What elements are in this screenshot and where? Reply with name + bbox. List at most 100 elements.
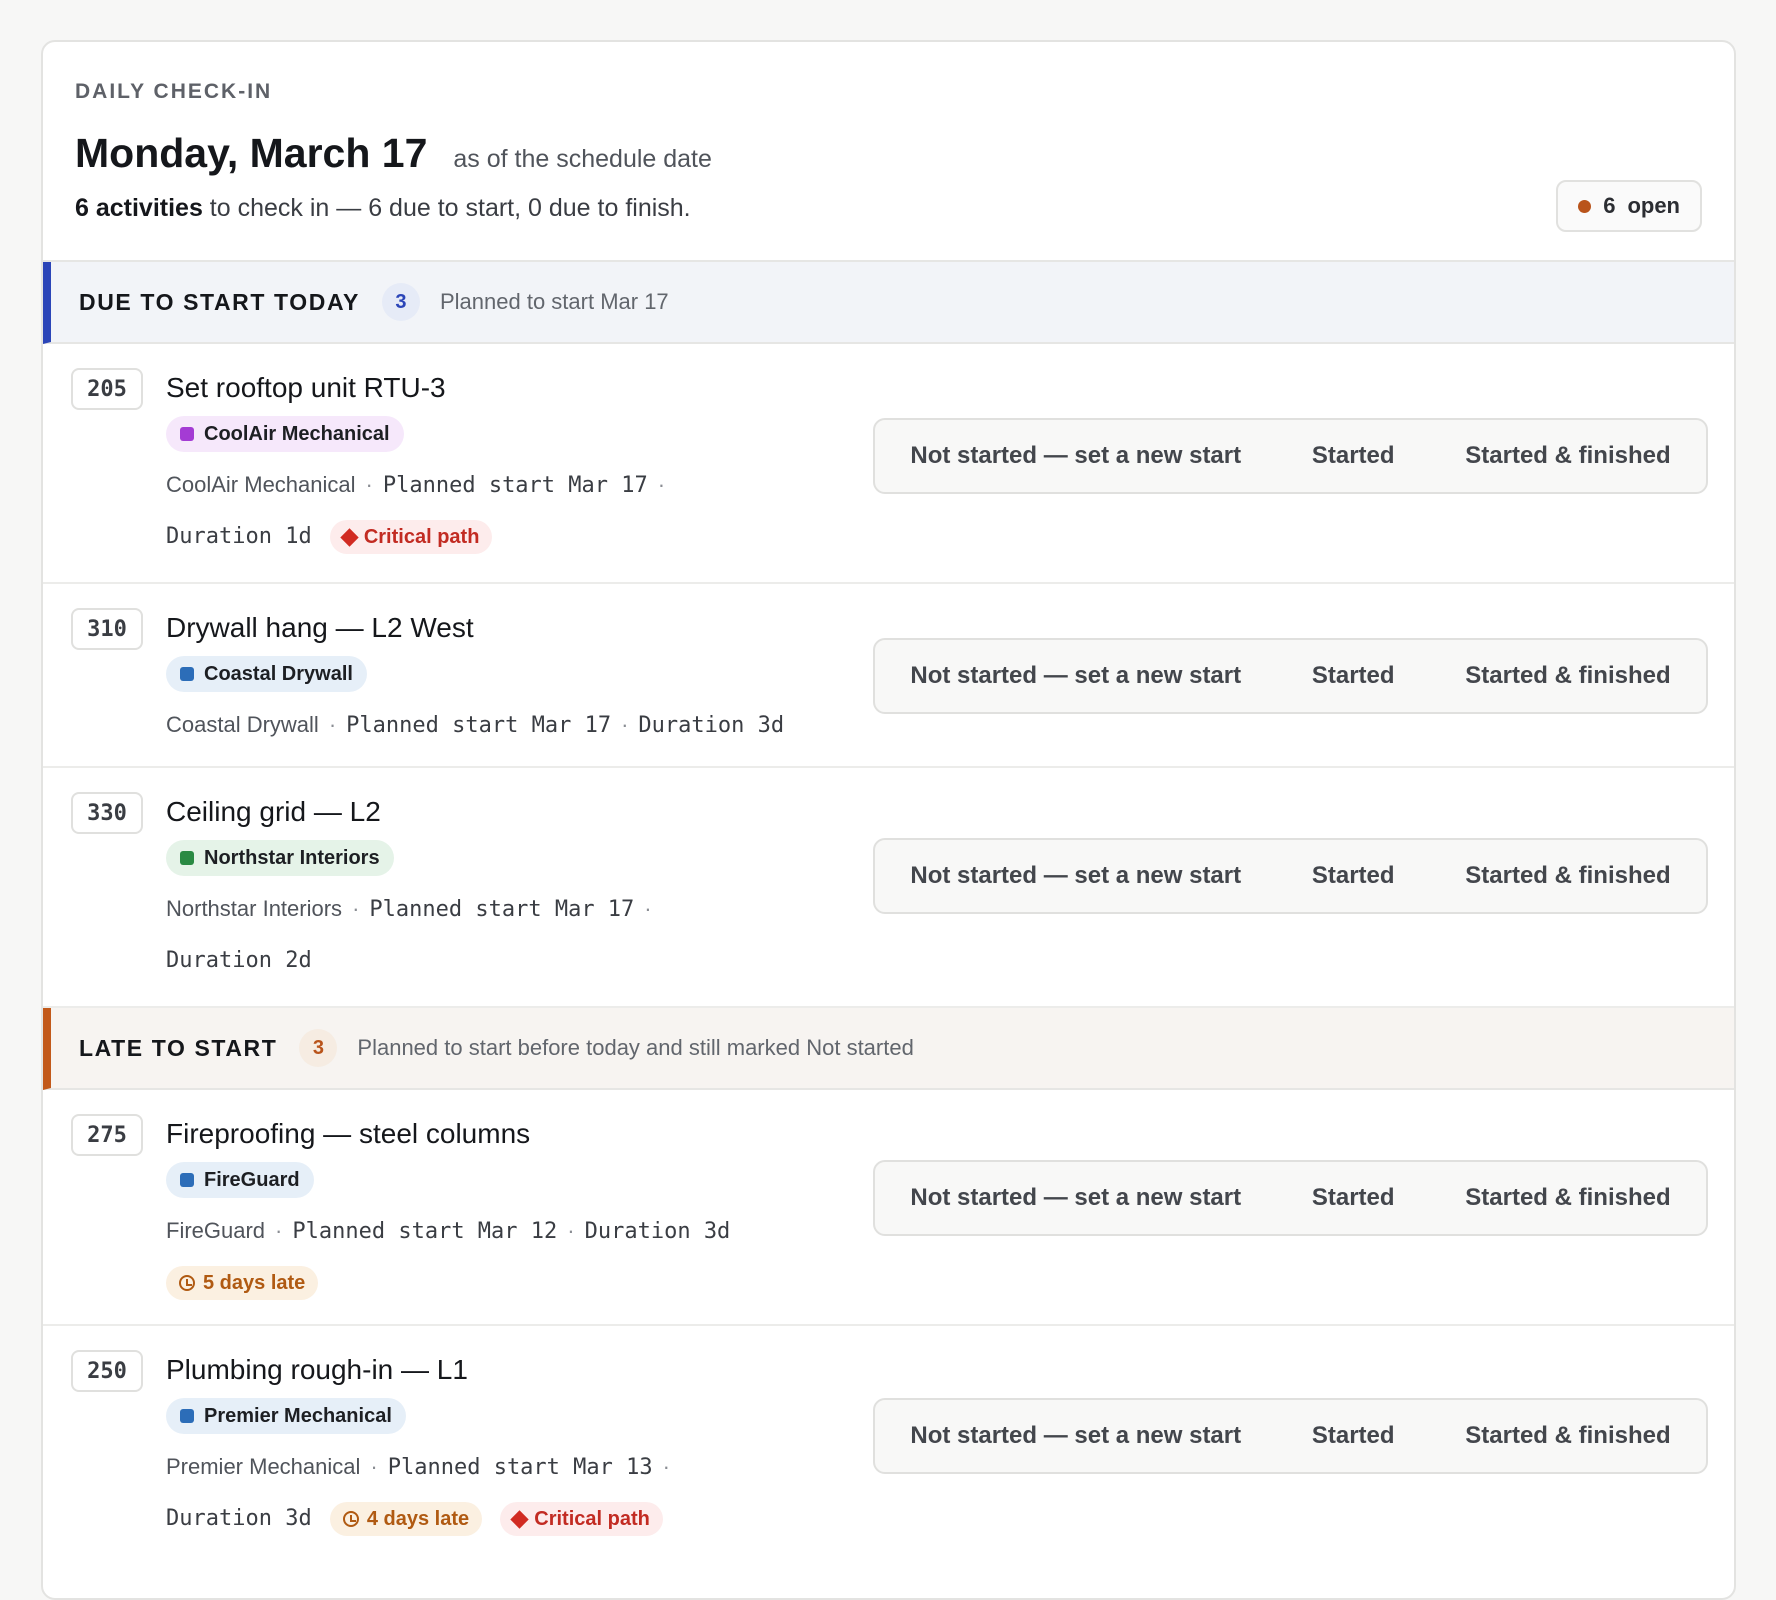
section-header-late-to-start: LATE TO START 3 Planned to start before … <box>43 1008 1734 1090</box>
activity-row: 275 Fireproofing — steel columns FireGua… <box>43 1090 1734 1326</box>
firm-chip-label: Northstar Interiors <box>204 846 380 869</box>
started-finished-button[interactable]: Started & finished <box>1453 1414 1682 1458</box>
started-finished-button[interactable]: Started & finished <box>1453 854 1682 898</box>
meta-separator: · <box>567 1218 575 1243</box>
started-finished-button[interactable]: Started & finished <box>1453 1176 1682 1220</box>
activity-details: Ceiling grid — L2 Northstar Interiors No… <box>166 792 776 986</box>
activity-meta: FireGuard · Planned start Mar 12 · Duration … <box>166 1206 776 1307</box>
meta-separator: · <box>370 1454 378 1479</box>
days-late-badge: 4 days late <box>329 1502 483 1537</box>
firm-chip: FireGuard <box>166 1162 314 1198</box>
days-late-label: 5 days late <box>203 1272 306 1295</box>
meta-separator: · <box>621 712 629 737</box>
daily-checkin-card: DAILY CHECK-IN Monday, March 17 as of th… <box>41 40 1736 1600</box>
open-label: open <box>1627 193 1680 218</box>
started-button[interactable]: Started <box>1300 1414 1407 1458</box>
not-started-button[interactable]: Not started — set a new start <box>898 1176 1253 1220</box>
critical-path-badge: Critical path <box>500 1502 663 1537</box>
activity-details: Set rooftop unit RTU-3 CoolAir Mechanica… <box>166 368 776 562</box>
started-button[interactable]: Started <box>1300 654 1407 698</box>
activity-details: Drywall hang — L2 West Coastal Drywall C… <box>166 608 886 751</box>
activity-id: 310 <box>71 608 143 650</box>
started-button[interactable]: Started <box>1300 1176 1407 1220</box>
firm-name: FireGuard <box>166 1218 266 1243</box>
activity-title: Set rooftop unit RTU-3 <box>166 372 446 403</box>
meta-separator: · <box>662 1454 670 1479</box>
status-segmented-control: Not started — set a new start Started St… <box>873 1160 1708 1236</box>
firm-color-icon <box>180 1173 194 1187</box>
started-button[interactable]: Started <box>1300 854 1407 898</box>
open-count-badge: 6 open <box>1556 180 1702 232</box>
checkin-header: DAILY CHECK-IN Monday, March 17 as of th… <box>43 42 1734 262</box>
activity-id: 250 <box>71 1350 143 1392</box>
firm-name: Northstar Interiors <box>166 896 343 921</box>
status-dot-icon <box>1578 199 1592 213</box>
section-description: Planned to start Mar 17 <box>439 289 669 314</box>
started-finished-button[interactable]: Started & finished <box>1453 654 1682 698</box>
planned-start: Planned start Mar 17 <box>346 713 612 738</box>
summary-detail: to check in — 6 due to start, 0 due to f… <box>202 194 691 222</box>
section-description: Planned to start before today and still … <box>357 1035 914 1060</box>
duration: Duration 2d <box>166 948 312 973</box>
planned-start: Planned start Mar 13 <box>387 1455 653 1480</box>
firm-color-icon <box>180 1409 194 1423</box>
page-title: Monday, March 17 <box>75 130 428 176</box>
date-note: as of the schedule date <box>453 145 712 173</box>
activity-id: 275 <box>71 1114 143 1156</box>
meta-separator: · <box>657 472 666 497</box>
firm-name: Premier Mechanical <box>166 1454 361 1479</box>
critical-path-badge: Critical path <box>329 520 493 555</box>
section-count-badge: 3 <box>381 283 420 321</box>
firm-color-icon <box>180 427 194 441</box>
started-button[interactable]: Started <box>1300 434 1407 478</box>
duration: Duration 3d <box>166 1506 312 1531</box>
activity-row: 330 Ceiling grid — L2 Northstar Interior… <box>43 768 1734 1008</box>
firm-chip-label: FireGuard <box>204 1168 300 1191</box>
diamond-icon <box>340 527 359 547</box>
activity-details: Plumbing rough-in — L1 Premier Mechanica… <box>166 1350 776 1544</box>
critical-path-label: Critical path <box>534 1508 650 1531</box>
activity-title: Plumbing rough-in — L1 <box>166 1354 468 1385</box>
not-started-button[interactable]: Not started — set a new start <box>898 1414 1253 1458</box>
open-count: 6 <box>1603 193 1616 218</box>
planned-start: Planned start Mar 17 <box>369 897 635 922</box>
not-started-button[interactable]: Not started — set a new start <box>898 434 1253 478</box>
critical-path-label: Critical path <box>363 526 480 549</box>
section-header-due-today: DUE TO START TODAY 3 Planned to start Ma… <box>43 262 1734 344</box>
started-finished-button[interactable]: Started & finished <box>1453 434 1682 478</box>
status-segmented-control: Not started — set a new start Started St… <box>873 1398 1708 1474</box>
clock-icon <box>342 1511 359 1528</box>
diamond-icon <box>510 1509 529 1529</box>
firm-color-icon <box>180 851 194 865</box>
planned-start: Planned start Mar 17 <box>382 473 648 498</box>
meta-separator: · <box>275 1218 283 1243</box>
activity-meta: Northstar Interiors · Planned start Mar 17… <box>166 884 776 986</box>
firm-name: CoolAir Mechanical <box>166 472 356 497</box>
activity-id: 205 <box>71 368 143 410</box>
meta-separator: · <box>644 896 652 921</box>
activity-meta: Coastal Drywall · Planned start Mar 17 · Dur… <box>166 700 886 751</box>
activity-row: 310 Drywall hang — L2 West Coastal Drywa… <box>43 584 1734 768</box>
status-segmented-control: Not started — set a new start Started St… <box>873 838 1708 914</box>
firm-chip: Northstar Interiors <box>166 840 394 876</box>
meta-separator: · <box>328 712 337 737</box>
activity-title: Drywall hang — L2 West <box>166 612 474 643</box>
section-title: LATE TO START <box>79 1034 278 1061</box>
firm-chip-label: CoolAir Mechanical <box>204 422 390 445</box>
activity-row: 205 Set rooftop unit RTU-3 CoolAir Mecha… <box>43 344 1734 584</box>
not-started-button[interactable]: Not started — set a new start <box>898 654 1253 698</box>
activity-details: Fireproofing — steel columns FireGuard F… <box>166 1114 776 1307</box>
not-started-button[interactable]: Not started — set a new start <box>898 854 1253 898</box>
duration: Duration 1d <box>166 524 312 549</box>
summary-text: 6 activities to check in — 6 due to star… <box>75 194 691 223</box>
duration: Duration 3d <box>584 1219 731 1244</box>
status-segmented-control: Not started — set a new start Started St… <box>873 418 1708 494</box>
firm-chip: Coastal Drywall <box>166 656 367 692</box>
firm-chip-label: Premier Mechanical <box>204 1404 392 1427</box>
activity-meta: CoolAir Mechanical · Planned start Mar 17 ·… <box>166 460 776 562</box>
activity-row: 250 Plumbing rough-in — L1 Premier Mecha… <box>43 1326 1734 1566</box>
section-title: DUE TO START TODAY <box>79 288 360 315</box>
status-segmented-control: Not started — set a new start Started St… <box>873 638 1708 714</box>
days-late-badge: 5 days late <box>166 1266 319 1301</box>
activity-title: Fireproofing — steel columns <box>166 1118 531 1149</box>
